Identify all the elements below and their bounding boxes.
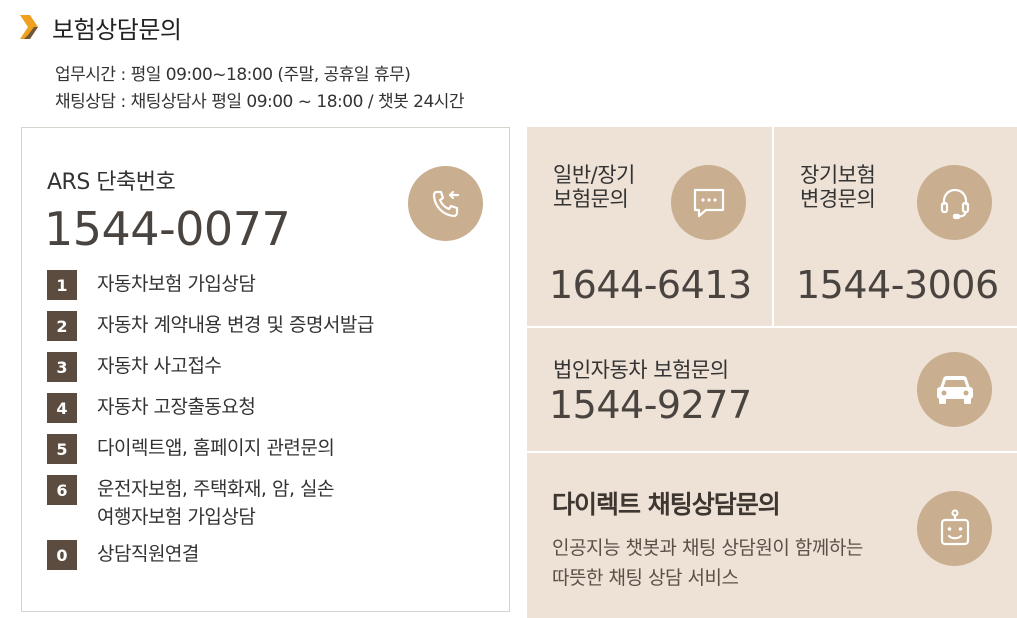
menu-text: 자동차 고장출동요청 bbox=[97, 396, 256, 418]
corporate-label: 법인자동차 보험문의 bbox=[553, 358, 729, 382]
menu-text: 상담직원연결 bbox=[97, 543, 199, 565]
list-item: 0 상담직원연결 bbox=[47, 540, 487, 570]
ars-panel: ARS 단축번호 1544-0077 1 자동차보험 가입상담 2 자동차 계약… bbox=[21, 127, 510, 612]
ars-number[interactable]: 1544-0077 bbox=[44, 202, 291, 256]
page-title: 보험상담문의 bbox=[52, 15, 182, 44]
menu-number-badge: 5 bbox=[47, 434, 77, 464]
phone-callback-icon bbox=[408, 166, 483, 241]
title-row: 보험상담문의 bbox=[18, 10, 182, 44]
long-term-number[interactable]: 1544-3006 bbox=[796, 263, 999, 307]
list-item: 5 다이렉트앱, 홈페이지 관련문의 bbox=[47, 434, 487, 464]
menu-text-line-1: 운전자보험, 주택화재, 암, 실손 bbox=[97, 478, 335, 500]
long-term-change-panel: 장기보험 변경문의 1544-3006 bbox=[774, 127, 1017, 326]
menu-number-badge: 6 bbox=[47, 475, 77, 505]
list-item: 6 운전자보험, 주택화재, 암, 실손 여행자보험 가입상담 bbox=[47, 475, 487, 531]
general-label: 일반/장기 보험문의 bbox=[553, 163, 635, 211]
menu-number-badge: 4 bbox=[47, 393, 77, 423]
chat-description: 인공지능 챗봇과 채팅 상담원이 함께하는 따뜻한 채팅 상담 서비스 bbox=[552, 533, 863, 593]
long-term-label-line-2: 변경문의 bbox=[800, 187, 876, 211]
headset-icon bbox=[917, 165, 992, 240]
menu-text: 자동차보험 가입상담 bbox=[97, 273, 256, 295]
general-label-line-1: 일반/장기 bbox=[553, 163, 635, 187]
business-hours: 업무시간 : 평일 09:00~18:00 (주말, 공휴일 휴무) 채팅상담 … bbox=[55, 62, 465, 116]
chat-desc-line-2: 따뜻한 채팅 상담 서비스 bbox=[552, 567, 739, 589]
chat-desc-line-1: 인공지능 챗봇과 채팅 상담원이 함께하는 bbox=[552, 537, 863, 559]
general-number[interactable]: 1644-6413 bbox=[549, 263, 752, 307]
chevron-right-icon bbox=[18, 13, 40, 41]
general-inquiry-panel: 일반/장기 보험문의 1644-6413 bbox=[527, 127, 772, 326]
chat-bubble-icon bbox=[671, 165, 746, 240]
direct-chat-panel[interactable]: 다이렉트 채팅상담문의 인공지능 챗봇과 채팅 상담원이 함께하는 따뜻한 채팅… bbox=[527, 453, 1017, 618]
hours-line-2: 채팅상담 : 채팅상담사 평일 09:00 ~ 18:00 / 챗봇 24시간 bbox=[55, 92, 465, 112]
car-icon bbox=[917, 352, 992, 427]
menu-text: 다이렉트앱, 홈페이지 관련문의 bbox=[97, 437, 335, 459]
menu-text: 자동차 계약내용 변경 및 증명서발급 bbox=[97, 314, 374, 336]
list-item: 2 자동차 계약내용 변경 및 증명서발급 bbox=[47, 311, 487, 341]
hours-line-1: 업무시간 : 평일 09:00~18:00 (주말, 공휴일 휴무) bbox=[55, 65, 411, 85]
long-term-label: 장기보험 변경문의 bbox=[800, 163, 876, 211]
menu-text: 운전자보험, 주택화재, 암, 실손 여행자보험 가입상담 bbox=[97, 475, 335, 531]
chat-title: 다이렉트 채팅상담문의 bbox=[552, 490, 781, 519]
list-item: 3 자동차 사고접수 bbox=[47, 352, 487, 382]
robot-icon bbox=[917, 491, 992, 566]
menu-number-badge: 3 bbox=[47, 352, 77, 382]
menu-number-badge: 1 bbox=[47, 270, 77, 300]
menu-text-line-2: 여행자보험 가입상담 bbox=[97, 506, 256, 528]
corporate-number[interactable]: 1544-9277 bbox=[549, 383, 752, 427]
long-term-label-line-1: 장기보험 bbox=[800, 163, 876, 187]
general-label-line-2: 보험문의 bbox=[553, 187, 629, 211]
menu-number-badge: 2 bbox=[47, 311, 77, 341]
corporate-car-panel: 법인자동차 보험문의 1544-9277 bbox=[527, 328, 1017, 451]
list-item: 1 자동차보험 가입상담 bbox=[47, 270, 487, 300]
menu-text: 자동차 사고접수 bbox=[97, 355, 222, 377]
ars-label: ARS 단축번호 bbox=[47, 170, 176, 195]
list-item: 4 자동차 고장출동요청 bbox=[47, 393, 487, 423]
menu-number-badge: 0 bbox=[47, 540, 77, 570]
